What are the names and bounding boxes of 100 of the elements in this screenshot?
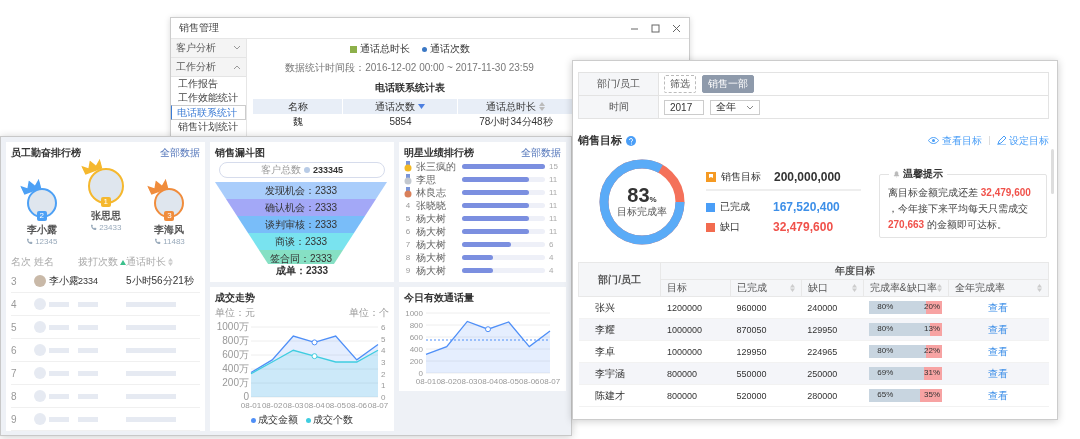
table-cell: 520000 bbox=[730, 384, 802, 407]
axis-tick-label: 6 bbox=[381, 323, 386, 332]
call-count: 2334 bbox=[78, 270, 126, 293]
period-text: 数据统计时间段：2016-12-02 00:00 ~ 2017-11-30 23:59 bbox=[285, 61, 534, 75]
rank-badge: 1 bbox=[100, 197, 111, 207]
window-title: 销售管理 bbox=[179, 21, 219, 35]
axis-tick-label: 400万 bbox=[222, 363, 249, 374]
table-cell: 陈建才 bbox=[578, 384, 661, 407]
table-cell: 800000 bbox=[660, 384, 731, 407]
legend-label: 通话次数 bbox=[429, 42, 470, 56]
table-cell-text: 魏 bbox=[292, 114, 304, 129]
filter-label: 部门/员工 bbox=[579, 73, 659, 96]
axis-tick-label: 08-03 bbox=[283, 401, 304, 410]
axis-tick-label: 08-04 bbox=[477, 377, 499, 386]
rank-number: 7 bbox=[11, 362, 34, 385]
funnel-stage: 商谈：2333 bbox=[248, 233, 354, 250]
employee-name: 张三疯的 bbox=[416, 159, 457, 174]
employee-name: 张晓晓 bbox=[416, 198, 447, 213]
tip-title: 温馨提示 bbox=[903, 166, 943, 181]
table-cell: 240000 bbox=[801, 296, 864, 319]
axis-tick-label: 0 bbox=[418, 369, 423, 378]
funnel-stage: 发现机会：2333 bbox=[215, 182, 387, 199]
table-title: 电话联系统计表 bbox=[374, 81, 445, 95]
table-cell: 224965 bbox=[801, 340, 864, 363]
card-title: 成交走势 bbox=[215, 291, 255, 305]
score-value: 11 bbox=[549, 227, 559, 236]
axis-tick-label: 200 bbox=[409, 357, 423, 366]
card-title: 销售漏斗图 bbox=[215, 146, 265, 160]
table-cell: 870050 bbox=[730, 318, 802, 341]
legend-label: 成交金额 bbox=[258, 413, 298, 427]
employee-name: 李海风 bbox=[154, 223, 185, 237]
rank-number: 5 bbox=[11, 316, 34, 339]
employee-name: 杨大树 bbox=[416, 211, 447, 226]
axis-tick-label: 800 bbox=[409, 321, 423, 330]
table-cell: 250000 bbox=[801, 362, 864, 385]
axis-unit: 单位：元 bbox=[215, 307, 255, 318]
employee-name: 林良志 bbox=[416, 185, 447, 200]
group-header: 年度目标 bbox=[660, 262, 1049, 280]
axis-tick-label: 0 bbox=[381, 393, 386, 402]
axis-tick-label: 08-06 bbox=[519, 377, 540, 386]
rank-number: 3 bbox=[11, 270, 34, 293]
rank-badge: 3 bbox=[164, 211, 175, 221]
completion-rate: 80% bbox=[877, 302, 894, 311]
column-header: 部门/员工 bbox=[578, 262, 661, 297]
completion-rate: 65% bbox=[877, 390, 894, 399]
axis-tick-label: 08-05 bbox=[325, 401, 346, 410]
axis-tick-label: 08-07 bbox=[367, 401, 389, 410]
gap-rate: 22% bbox=[924, 346, 941, 355]
employee-name: 杨大树 bbox=[416, 237, 447, 252]
gap-rate: 31% bbox=[924, 368, 941, 377]
table-cell: 李卓 bbox=[578, 340, 661, 363]
funnel-final-label: 成单：2333 bbox=[274, 264, 330, 278]
table-cell: 张兴 bbox=[578, 296, 661, 319]
score-value: 4 bbox=[549, 266, 555, 275]
stat-label: 已完成 bbox=[720, 200, 751, 214]
axis-tick-label: 08-07 bbox=[539, 377, 561, 386]
table-cell-text: 5854 bbox=[388, 115, 413, 129]
completion-caption: 目标完成率 bbox=[617, 205, 667, 219]
table-cell-text: 78小时34分48秒 bbox=[478, 114, 554, 129]
legend-label: 成交个数 bbox=[313, 413, 353, 427]
table-cell: 李宇涵 bbox=[578, 362, 661, 385]
rank-badge: 2 bbox=[36, 211, 47, 221]
phone-number: 23433 bbox=[99, 223, 122, 232]
call-duration: 5小时56分21秒 bbox=[126, 270, 200, 293]
total-value: 233345 bbox=[312, 165, 343, 175]
axis-unit: 单位：个 bbox=[349, 307, 389, 318]
gap-rate: 35% bbox=[924, 390, 941, 399]
rank-number: 4 bbox=[11, 293, 34, 316]
axis-tick-label: 1000万 bbox=[216, 321, 249, 332]
axis-tick-label: 08-05 bbox=[498, 377, 519, 386]
phone-number: 12345 bbox=[35, 237, 58, 246]
axis-tick-label: 2 bbox=[381, 369, 386, 379]
stat-label: 缺口 bbox=[720, 220, 741, 234]
axis-tick-label: 08-06 bbox=[346, 401, 368, 410]
section-title: 销售目标 bbox=[578, 133, 622, 148]
gap-rate: 20% bbox=[924, 302, 941, 311]
axis-tick-label: 0 bbox=[243, 391, 249, 402]
funnel-stage: 确认机会：2333 bbox=[226, 199, 376, 216]
employee-name: 杨大树 bbox=[416, 263, 447, 278]
score-value: 11 bbox=[549, 175, 559, 184]
legend-label: 通话总时长 bbox=[359, 42, 410, 56]
axis-tick-label: 4 bbox=[381, 346, 386, 356]
table-cell: 550000 bbox=[730, 362, 802, 385]
rank-number: 8 bbox=[404, 253, 412, 262]
axis-tick-label: 08-01 bbox=[240, 401, 262, 410]
axis-tick-label: 08-02 bbox=[436, 377, 457, 386]
employee-name: 杨大树 bbox=[416, 250, 447, 265]
employee-name: 杨大树 bbox=[416, 224, 447, 239]
table-cell: 280000 bbox=[801, 384, 864, 407]
axis-tick-label: 08-03 bbox=[457, 377, 478, 386]
axis-tick-label: 08-01 bbox=[415, 377, 437, 386]
rank-number: 6 bbox=[404, 227, 412, 236]
card-title: 今日有效通话量 bbox=[404, 291, 474, 305]
filter-label: 时间 bbox=[579, 96, 659, 118]
table-cell: 1200000 bbox=[660, 296, 731, 319]
table-cell: 129950 bbox=[730, 340, 802, 363]
rank-number: 5 bbox=[404, 214, 412, 223]
axis-tick-label: 3 bbox=[381, 358, 386, 367]
total-label: 客户总数 bbox=[260, 163, 301, 177]
employee-name: 张思思 bbox=[90, 209, 121, 223]
